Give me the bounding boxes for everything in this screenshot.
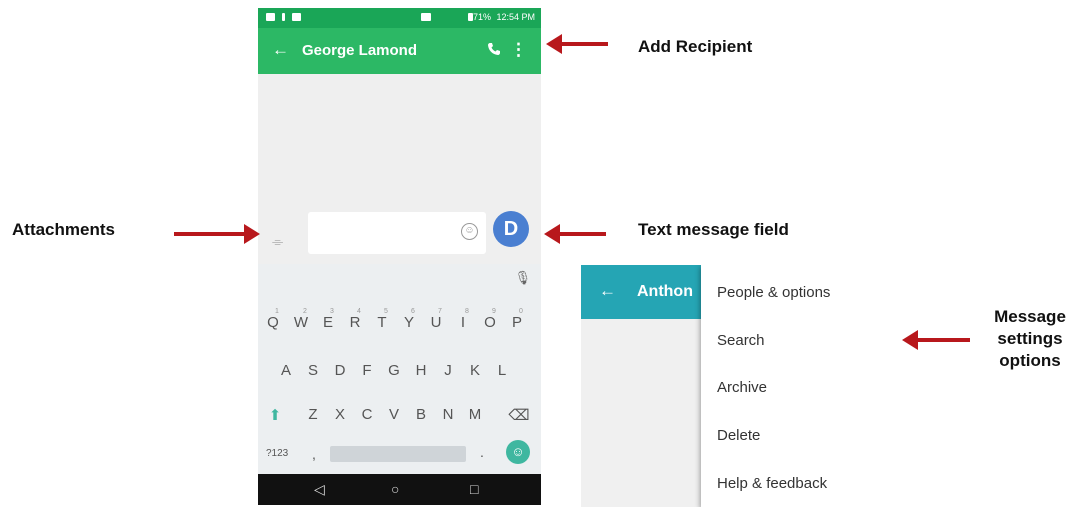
wifi-icon [421,13,431,21]
key-i[interactable]: I8 [452,308,474,331]
key-p[interactable]: P0 [506,308,528,331]
back-arrow-icon[interactable]: ← [599,281,616,301]
arrow-add-recipient [546,34,608,54]
overflow-menu: People & options Search Archive Delete H… [701,265,900,507]
arrow-attachments [174,224,260,244]
label-attachments: Attachments [12,220,115,239]
back-arrow-icon[interactable]: ← [272,40,289,60]
key-b[interactable]: B [410,406,432,423]
key-z[interactable]: Z [302,406,324,423]
arrow-message-settings [902,330,970,350]
menu-item-help-feedback[interactable]: Help & feedback [717,475,827,492]
key-t[interactable]: T5 [371,308,393,331]
attachment-icon[interactable]: ⌯ [272,233,283,250]
options-menu-screen: ← Anthon People & options Search Archive… [581,265,900,507]
text-message-field[interactable]: ☺ [308,212,486,254]
key-e[interactable]: E3 [317,308,339,331]
label-add-recipient: Add Recipient [638,37,753,56]
key-k[interactable]: K [464,362,486,379]
menu-item-delete[interactable]: Delete [717,427,760,444]
space-bar[interactable] [330,446,466,462]
notification-icon [282,13,285,21]
key-y[interactable]: Y6 [398,308,420,331]
menu-item-search[interactable]: Search [717,332,765,349]
send-avatar-button[interactable]: D [493,211,529,247]
messaging-screen: 71% 12:54 PM ← George Lamond ⋮ ⌯ ☺ D 🎙 Q… [258,8,541,505]
key-q[interactable]: Q1 [262,308,284,331]
status-bar: 71% 12:54 PM [258,8,541,28]
key-h[interactable]: H [410,362,432,379]
period-key[interactable]: . [480,444,484,460]
key-w[interactable]: W2 [290,308,312,331]
backspace-icon[interactable]: ⌫ [508,406,530,424]
comma-key[interactable]: , [312,446,316,462]
key-x[interactable]: X [329,406,351,423]
keyboard-bottom-row: ?123 , . ☺ [258,440,541,468]
emoji-key-icon[interactable]: ☺ [506,440,530,464]
nav-back-icon[interactable]: ◁ [314,481,325,498]
key-o[interactable]: O9 [479,308,501,331]
conversation-app-bar: ← George Lamond ⋮ [258,28,541,74]
key-d[interactable]: D [329,362,351,379]
menu-item-people-options[interactable]: People & options [717,284,830,301]
key-r[interactable]: R4 [344,308,366,331]
key-f[interactable]: F [356,362,378,379]
key-l[interactable]: L [491,362,513,379]
notification-icon [292,13,301,21]
arrow-text-message-field [544,224,606,244]
label-message-settings: Message settings options [982,306,1078,372]
key-s[interactable]: S [302,362,324,379]
label-message-settings-line: Message [994,307,1066,326]
key-u[interactable]: U7 [425,308,447,331]
menu-item-archive[interactable]: Archive [717,379,767,396]
key-n[interactable]: N [437,406,459,423]
microphone-icon[interactable]: 🎙 [514,270,531,286]
label-message-settings-line: settings [997,329,1063,348]
key-a[interactable]: A [275,362,297,379]
key-v[interactable]: V [383,406,405,423]
key-g[interactable]: G [383,362,405,379]
battery-percent: 71% [472,12,491,22]
conversation-title: George Lamond [302,42,418,59]
status-time: 12:54 PM [496,12,535,22]
label-message-settings-line: options [999,351,1061,370]
key-j[interactable]: J [437,362,459,379]
symbols-key[interactable]: ?123 [266,448,288,459]
nav-recents-icon[interactable]: □ [470,481,478,497]
notification-icon [266,13,275,21]
more-options-icon[interactable]: ⋮ [510,40,527,60]
soft-keyboard: 🎙 Q1 W2 E3 R4 T5 Y6 U7 I8 O9 P0 A S D F … [258,264,541,474]
system-nav-bar: ◁ ○ □ [258,474,541,505]
conversation-title-2: Anthon [637,283,693,300]
phone-call-icon[interactable] [487,42,501,56]
key-c[interactable]: C [356,406,378,423]
nav-home-icon[interactable]: ○ [391,481,399,497]
emoji-icon[interactable]: ☺ [461,223,478,240]
shift-icon[interactable]: ⬆ [264,406,286,424]
key-m[interactable]: M [464,406,486,423]
label-text-message-field: Text message field [638,220,789,239]
